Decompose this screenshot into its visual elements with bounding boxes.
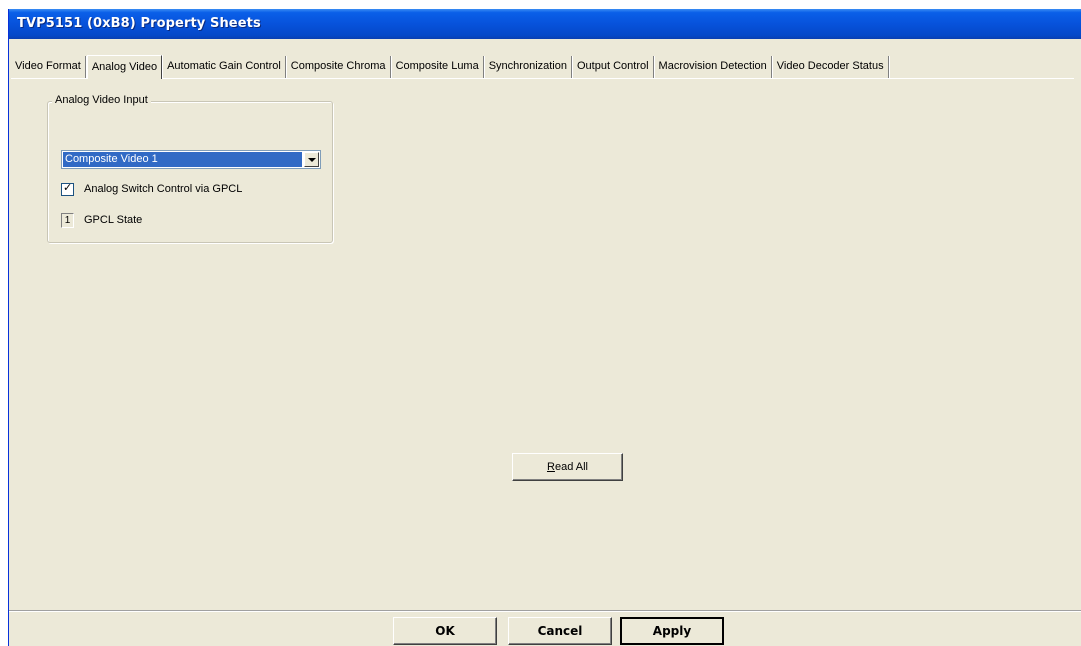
ok-button[interactable]: OK xyxy=(393,617,497,645)
tab-composite-chroma[interactable]: Composite Chroma xyxy=(287,56,391,78)
read-all-label: ead All xyxy=(554,461,588,473)
switch-control-checkbox[interactable]: ✓ xyxy=(61,180,74,196)
tab-divider xyxy=(11,78,1074,79)
chevron-down-icon xyxy=(308,158,316,162)
tab-synchronization[interactable]: Synchronization xyxy=(485,56,572,78)
cancel-button[interactable]: Cancel xyxy=(508,617,612,645)
tab-analog-video[interactable]: Analog Video xyxy=(86,55,163,79)
gpcl-state-value: 1 xyxy=(61,212,74,228)
switch-control-label: Analog Switch Control via GPCL xyxy=(84,183,243,195)
read-all-button[interactable]: Read All xyxy=(512,453,623,481)
switch-control-row: ✓ Analog Switch Control via GPCL xyxy=(61,180,243,196)
gpcl-state-row: 1 GPCL State xyxy=(61,212,142,228)
apply-button[interactable]: Apply xyxy=(620,617,724,645)
input-select[interactable]: Composite Video 1 xyxy=(61,150,321,169)
tab-composite-luma[interactable]: Composite Luma xyxy=(392,56,484,78)
group-label: Analog Video Input xyxy=(52,94,151,106)
gpcl-state-label: GPCL State xyxy=(84,214,143,226)
property-sheet-window: TVP5151 (0xB8) Property Sheets Video For… xyxy=(8,9,1081,646)
tab-video-decoder-status[interactable]: Video Decoder Status xyxy=(773,56,889,78)
window-title: TVP5151 (0xB8) Property Sheets xyxy=(17,16,261,31)
title-bar[interactable]: TVP5151 (0xB8) Property Sheets xyxy=(9,9,1081,39)
tab-output-control[interactable]: Output Control xyxy=(573,56,654,78)
check-icon: ✓ xyxy=(63,180,73,194)
tab-macrovision-detection[interactable]: Macrovision Detection xyxy=(655,56,772,78)
footer-separator-highlight xyxy=(9,611,1081,612)
analog-video-input-group: Analog Video Input Composite Video 1 ✓ A… xyxy=(47,94,333,243)
input-select-value: Composite Video 1 xyxy=(63,152,302,167)
tab-strip: Video Format Analog Video Automatic Gain… xyxy=(11,55,890,79)
tab-automatic-gain-control[interactable]: Automatic Gain Control xyxy=(163,56,286,78)
tab-video-format[interactable]: Video Format xyxy=(11,56,86,78)
read-all-accelerator: R xyxy=(547,461,555,473)
dropdown-button[interactable] xyxy=(304,152,319,167)
